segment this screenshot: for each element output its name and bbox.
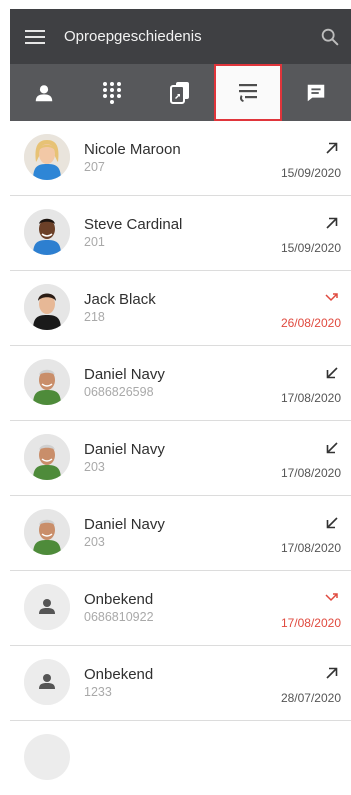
- outgoing-call-icon: [326, 142, 338, 154]
- caller-name: Steve Cardinal: [84, 216, 183, 233]
- call-row[interactable]: Steve Cardinal 201 15/09/2020: [10, 196, 351, 271]
- tab-call-history[interactable]: [214, 64, 282, 121]
- avatar: [24, 584, 70, 630]
- incoming-call-icon: [326, 367, 338, 379]
- caller-name: Daniel Navy: [84, 516, 165, 533]
- tab-dialpad[interactable]: [78, 64, 146, 121]
- call-row[interactable]: Nicole Maroon 207 15/09/2020: [10, 121, 351, 196]
- incoming-call-icon: [326, 442, 338, 454]
- caller-name: Jack Black: [84, 291, 156, 308]
- caller-name: Onbekend: [84, 591, 154, 608]
- caller-number: 218: [84, 310, 105, 324]
- caller-name: Nicole Maroon: [84, 141, 181, 158]
- call-row[interactable]: [10, 721, 351, 795]
- avatar: [24, 359, 70, 405]
- call-date: 17/08/2020: [280, 541, 341, 555]
- call-date: 17/08/2020: [280, 616, 341, 630]
- call-row[interactable]: Daniel Navy 0686826598 17/08/2020: [10, 346, 351, 421]
- tab-transfer[interactable]: [146, 64, 214, 121]
- tab-chat[interactable]: [282, 64, 350, 121]
- search-icon[interactable]: [319, 26, 341, 48]
- caller-number: 207: [84, 160, 105, 174]
- tab-contacts[interactable]: [10, 64, 78, 121]
- call-row[interactable]: Jack Black 218 26/08/2020: [10, 271, 351, 346]
- call-date: 28/07/2020: [280, 691, 341, 705]
- avatar: [24, 659, 70, 705]
- page-title: Oproepgeschiedenis: [64, 28, 202, 45]
- caller-number: 0686826598: [84, 385, 154, 399]
- caller-number: 201: [84, 235, 105, 249]
- top-app-bar: Oproepgeschiedenis: [10, 9, 351, 64]
- outgoing-call-icon: [326, 217, 338, 229]
- person-placeholder-icon: [24, 659, 70, 705]
- caller-number: 0686810922: [84, 610, 154, 624]
- incoming-call-icon: [326, 517, 338, 529]
- call-row[interactable]: Onbekend 0686810922 17/08/2020: [10, 571, 351, 646]
- avatar: [24, 509, 70, 555]
- call-date: 15/09/2020: [280, 166, 341, 180]
- missed-call-icon: [325, 593, 338, 602]
- person-icon: [35, 84, 53, 101]
- call-date: 15/09/2020: [280, 241, 341, 255]
- chat-icon: [307, 84, 325, 101]
- caller-name: Daniel Navy: [84, 441, 165, 458]
- avatar: [24, 209, 70, 255]
- copy-icon: [170, 81, 189, 104]
- missed-call-icon: [325, 293, 338, 302]
- tab-bar: [10, 64, 351, 121]
- call-history-list: Nicole Maroon 207 15/09/2020 Steve Cardi…: [10, 121, 351, 795]
- call-history-icon: [239, 83, 257, 102]
- avatar: [24, 434, 70, 480]
- call-date: 17/08/2020: [280, 466, 341, 480]
- caller-name: Onbekend: [84, 666, 154, 683]
- caller-number: 203: [84, 460, 105, 474]
- caller-number: 1233: [84, 685, 112, 699]
- caller-name: Daniel Navy: [84, 366, 165, 383]
- call-row[interactable]: Daniel Navy 203 17/08/2020: [10, 421, 351, 496]
- avatar: [24, 134, 70, 180]
- call-date: 26/08/2020: [280, 316, 341, 330]
- avatar: [24, 284, 70, 330]
- call-row[interactable]: Daniel Navy 203 17/08/2020: [10, 496, 351, 571]
- call-date: 17/08/2020: [280, 391, 341, 405]
- dialpad-icon: [103, 81, 121, 104]
- caller-number: 203: [84, 535, 105, 549]
- person-placeholder-icon: [24, 584, 70, 630]
- hamburger-menu-icon[interactable]: [25, 29, 45, 44]
- outgoing-call-icon: [326, 667, 338, 679]
- call-row[interactable]: Onbekend 1233 28/07/2020: [10, 646, 351, 721]
- avatar: [24, 734, 70, 780]
